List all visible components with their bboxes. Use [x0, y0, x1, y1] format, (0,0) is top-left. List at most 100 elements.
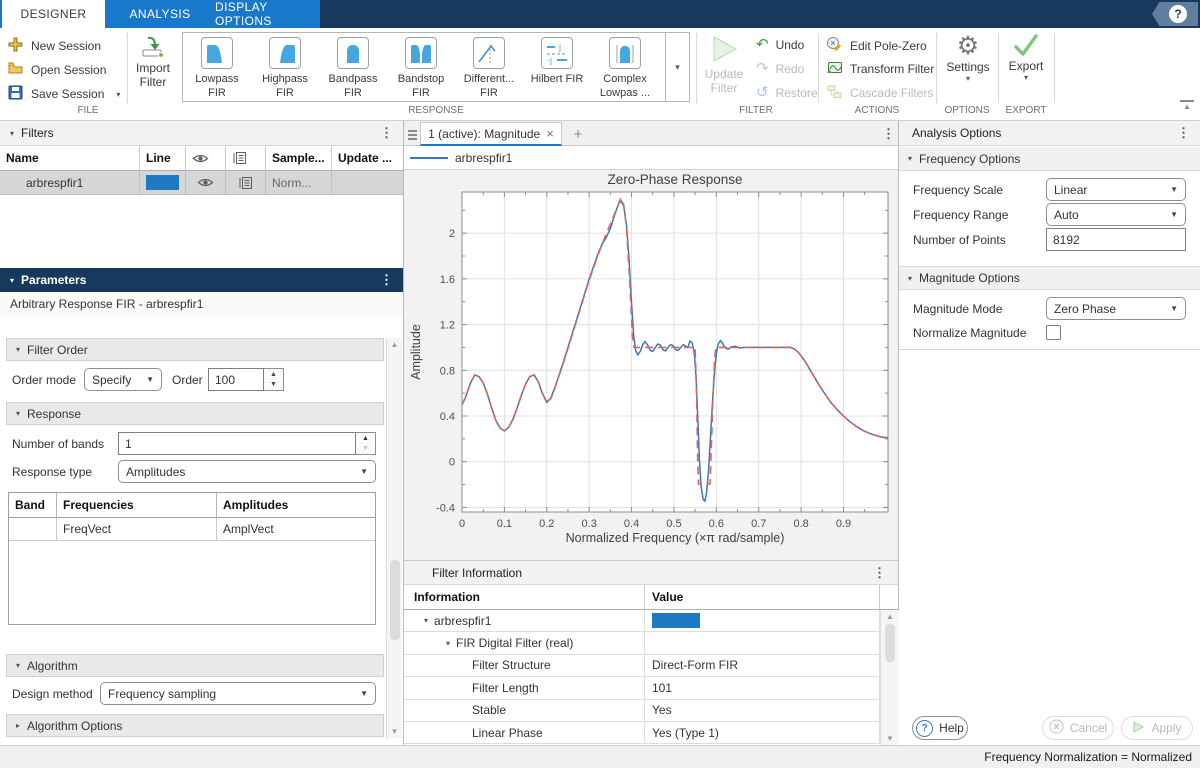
apply-button[interactable]: Apply	[1121, 716, 1193, 740]
frequencies-cell[interactable]: FreqVect	[57, 518, 217, 541]
filters-row-cell-3[interactable]	[226, 171, 266, 195]
filters-row-cell-5[interactable]	[332, 171, 403, 195]
redo-button[interactable]: ↷ Redo	[756, 61, 804, 76]
doc-list-icon[interactable]	[408, 128, 417, 142]
filter-info-menu-icon[interactable]: ⋮	[873, 565, 886, 581]
stepper-up-icon[interactable]: ▲	[356, 433, 375, 444]
magnitude-options-section-header[interactable]: ▾ Magnitude Options	[899, 266, 1200, 290]
scroll-up-icon[interactable]: ▲	[881, 612, 899, 621]
number-of-bands-input[interactable]: 1	[118, 432, 356, 455]
tree-collapse-icon[interactable]: ▾	[424, 616, 428, 625]
settings-button[interactable]: ⚙ Settings ▾	[938, 32, 998, 102]
response-item-different-[interactable]: Different...FIR	[455, 37, 523, 100]
help-tag[interactable]: ?	[1152, 2, 1198, 26]
scroll-thumb[interactable]	[885, 624, 895, 662]
filter-info-row-value[interactable]: Direct-Form FIR	[645, 655, 880, 677]
save-session-button[interactable]: Save Session ▾	[8, 85, 120, 103]
bands-stepper[interactable]: ▲ ▼	[356, 432, 376, 455]
minimize-ribbon-button[interactable]: ▲	[1180, 100, 1194, 112]
filter-info-row-value[interactable]: 101	[645, 677, 880, 699]
response-type-dropdown[interactable]: Amplitudes ▼	[118, 460, 376, 483]
response-item-hilbert-fir[interactable]: j-jHilbert FIR	[523, 37, 591, 86]
filter-info-row-value[interactable]: Yes (Type 1)	[645, 722, 880, 744]
filters-col-header-4[interactable]: Sample...	[266, 146, 332, 171]
frequency-range-dropdown[interactable]: Auto ▼	[1046, 203, 1186, 226]
tab-analysis[interactable]: ANALYSIS	[105, 0, 215, 28]
export-button[interactable]: Export ▾	[1000, 32, 1052, 102]
tree-collapse-icon[interactable]: ▾	[446, 639, 450, 648]
analysis-options-menu-icon[interactable]: ⋮	[1177, 125, 1190, 141]
undo-button[interactable]: ↶ Undo	[756, 37, 804, 52]
open-session-button[interactable]: Open Session	[8, 61, 106, 78]
import-filter-button[interactable]: Import Filter	[132, 36, 174, 100]
amplitudes-cell[interactable]: AmplVect	[217, 518, 375, 541]
new-session-button[interactable]: New Session	[8, 37, 101, 55]
filter-info-row-info[interactable]: Filter Length	[404, 677, 645, 699]
edit-pole-zero-button[interactable]: Edit Pole-Zero	[826, 36, 927, 55]
filters-row-cell-2[interactable]	[186, 171, 226, 195]
line-color-swatch[interactable]	[652, 613, 700, 628]
chart-area[interactable]: 00.10.20.30.40.50.60.70.80.9-0.400.40.81…	[404, 170, 898, 560]
filter-info-row-value[interactable]	[645, 632, 880, 654]
frequency-scale-dropdown[interactable]: Linear ▼	[1046, 178, 1186, 201]
frequency-options-section-header[interactable]: ▾ Frequency Options	[899, 147, 1200, 171]
line-color-swatch[interactable]	[146, 175, 179, 190]
filter-order-section-header[interactable]: ▾ Filter Order	[6, 338, 384, 361]
help-button[interactable]: ? Help	[912, 716, 968, 740]
normalize-magnitude-checkbox[interactable]	[1046, 325, 1061, 340]
tab-designer[interactable]: DESIGNER	[2, 0, 105, 28]
filter-info-row-value[interactable]: Yes	[645, 700, 880, 722]
filter-info-col-information[interactable]: Information	[404, 585, 645, 610]
filter-info-scrollbar[interactable]: ▲▼	[880, 610, 899, 745]
stepper-down-icon[interactable]: ▼	[264, 380, 283, 391]
stepper-down-icon[interactable]: ▼	[356, 444, 375, 455]
transform-filter-button[interactable]: Transform Filter	[826, 60, 934, 78]
response-item-highpass[interactable]: HighpassFIR	[251, 37, 319, 100]
doc-menu-icon[interactable]: ⋮	[882, 126, 895, 142]
save-session-caret-icon[interactable]: ▾	[116, 90, 120, 99]
doc-tab-active[interactable]: 1 (active): Magnitude ×	[420, 122, 562, 146]
band-cell[interactable]	[9, 518, 57, 541]
response-section-header[interactable]: ▾ Response	[6, 402, 384, 425]
response-item-bandpass[interactable]: BandpassFIR	[319, 37, 387, 100]
new-doc-tab-button[interactable]: +	[566, 122, 590, 146]
filters-row-cell-4[interactable]: Norm...	[266, 171, 332, 195]
filters-col-header-3[interactable]	[226, 146, 266, 171]
restore-button[interactable]: ↺ Restore	[756, 85, 818, 100]
response-gallery-expand-button[interactable]: ▾	[666, 32, 690, 102]
filter-info-row-value[interactable]	[645, 610, 880, 632]
filter-info-row-info[interactable]: Linear Phase	[404, 722, 645, 744]
response-item-lowpass[interactable]: LowpassFIR	[183, 37, 251, 100]
filter-info-row-info[interactable]: Stable	[404, 700, 645, 722]
filters-col-header-5[interactable]: Update ...	[332, 146, 403, 171]
number-of-points-input[interactable]: 8192	[1046, 228, 1186, 251]
scroll-thumb[interactable]	[390, 560, 400, 640]
magnitude-mode-dropdown[interactable]: Zero Phase ▼	[1046, 297, 1186, 320]
algorithm-options-section-header[interactable]: ▸ Algorithm Options	[6, 714, 384, 737]
scroll-down-icon[interactable]: ▼	[387, 727, 402, 736]
order-mode-dropdown[interactable]: Specify ▼	[84, 368, 162, 391]
close-icon[interactable]: ×	[546, 126, 554, 141]
design-method-dropdown[interactable]: Frequency sampling ▼	[100, 682, 376, 705]
order-input[interactable]: 100	[208, 368, 264, 391]
response-item-bandstop[interactable]: BandstopFIR	[387, 37, 455, 100]
filters-row-cell-1[interactable]	[140, 171, 186, 195]
scroll-up-icon[interactable]: ▲	[387, 340, 402, 349]
stepper-up-icon[interactable]: ▲	[264, 369, 283, 380]
filter-info-row-info[interactable]: ▾FIR Digital Filter (real)	[404, 632, 645, 654]
collapse-icon[interactable]: ▾	[10, 276, 14, 285]
filter-info-row-info[interactable]: Filter Structure	[404, 655, 645, 677]
scroll-down-icon[interactable]: ▼	[881, 734, 899, 743]
collapse-icon[interactable]: ▾	[10, 129, 14, 138]
filters-col-header-1[interactable]: Line	[140, 146, 186, 171]
filter-info-col-value[interactable]: Value	[645, 585, 880, 610]
cascade-filters-button[interactable]: Cascade Filters	[826, 84, 933, 102]
algorithm-section-header[interactable]: ▾ Algorithm	[6, 654, 384, 677]
filter-info-row-info[interactable]: ▾arbrespfir1	[404, 610, 645, 632]
filters-col-header-0[interactable]: Name	[0, 146, 140, 171]
cancel-button[interactable]: Cancel	[1042, 716, 1114, 740]
update-filter-button[interactable]: Update Filter	[698, 34, 750, 100]
parameters-scrollbar[interactable]: ▲ ▼	[386, 338, 402, 738]
filters-row-cell-0[interactable]: arbrespfir1	[0, 171, 140, 195]
filters-menu-icon[interactable]: ⋮	[380, 125, 393, 141]
